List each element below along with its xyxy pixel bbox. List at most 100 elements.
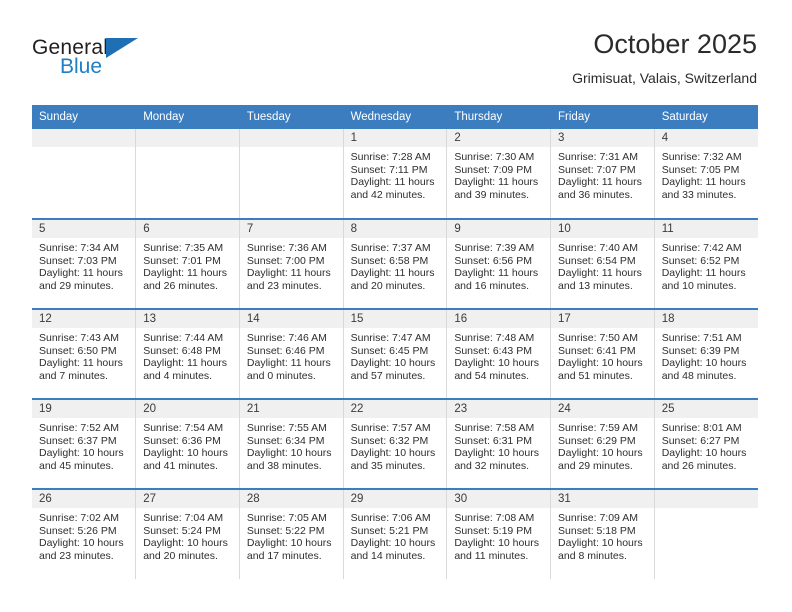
daylight-duration-line2: and 41 minutes. (143, 459, 218, 472)
calendar-day-cell[interactable]: 13 Sunrise: 7:44 AM Sunset: 6:48 PM Dayligh… (135, 308, 240, 399)
calendar-day-cell[interactable]: 10 Sunrise: 7:40 AM Sunset: 6:54 PM Dayligh… (550, 218, 655, 309)
day-number: 4 (654, 129, 758, 147)
daylight-duration-line2: and 13 minutes. (558, 279, 633, 292)
day-cell-details: Sunrise: 7:47 AM Sunset: 6:45 PM Daylight:… (344, 328, 447, 382)
calendar-day-cell[interactable]: 23 Sunrise: 7:58 AM Sunset: 6:31 PM Dayligh… (446, 398, 552, 489)
calendar-day-cell[interactable]: 3 Sunrise: 7:31 AM Sunset: 7:07 PM Daylight… (550, 129, 655, 219)
daylight-duration-line2: and 39 minutes. (454, 188, 530, 201)
day-cell-details: Sunrise: 7:59 AM Sunset: 6:29 PM Daylight:… (551, 418, 654, 472)
daylight-duration-line2: and 45 minutes. (39, 459, 114, 472)
calendar-day-cell[interactable]: 14 Sunrise: 7:46 AM Sunset: 6:46 PM Dayligh… (239, 308, 344, 399)
calendar-week-row: 26 Sunrise: 7:02 AM Sunset: 5:26 PM Dayligh… (32, 488, 758, 579)
sunset-time: Sunset: 6:50 PM (39, 344, 117, 357)
day-cell-details: Sunrise: 7:34 AM Sunset: 7:03 PM Daylight:… (32, 238, 135, 292)
general-blue-logo[interactable]: General Blue (32, 36, 172, 88)
calendar-week-row: 19 Sunrise: 7:52 AM Sunset: 6:37 PM Dayligh… (32, 398, 758, 489)
daylight-duration-line2: and 26 minutes. (661, 459, 737, 472)
calendar-day-cell[interactable]: 2 Sunrise: 7:30 AM Sunset: 7:09 PM Daylight… (446, 129, 552, 219)
daylight-duration-line1: Daylight: 10 hours (39, 537, 124, 550)
calendar-day-cell[interactable]: 28 Sunrise: 7:05 AM Sunset: 5:22 PM Dayligh… (239, 488, 344, 579)
sunrise-time: Sunrise: 7:31 AM (558, 151, 638, 163)
daylight-duration-line2: and 8 minutes. (558, 549, 627, 562)
day-cell-details: Sunrise: 7:51 AM Sunset: 6:39 PM Daylight:… (655, 328, 758, 382)
day-cell-inner: 28 Sunrise: 7:05 AM Sunset: 5:22 PM Dayligh… (239, 490, 343, 579)
daylight-duration-line1: Daylight: 10 hours (39, 447, 124, 460)
calendar-day-cell[interactable]: 5 Sunrise: 7:34 AM Sunset: 7:03 PM Daylight… (32, 218, 137, 309)
calendar-day-cell[interactable]: 26 Sunrise: 7:02 AM Sunset: 5:26 PM Dayligh… (32, 488, 137, 579)
calendar-day-cell[interactable]: 22 Sunrise: 7:57 AM Sunset: 6:32 PM Dayligh… (343, 398, 448, 489)
day-number: 2 (447, 129, 551, 147)
day-cell-inner (136, 129, 239, 218)
calendar-day-cell[interactable]: 18 Sunrise: 7:51 AM Sunset: 6:39 PM Dayligh… (654, 308, 758, 399)
day-number: 1 (343, 129, 447, 147)
daylight-duration-line1: Daylight: 10 hours (454, 447, 539, 460)
page-header: General Blue October 2025 Grimisuat, Val… (32, 28, 757, 100)
day-cell-inner: 20 Sunrise: 7:54 AM Sunset: 6:36 PM Dayligh… (136, 400, 239, 488)
day-cell-details: Sunrise: 7:39 AM Sunset: 6:56 PM Daylight:… (447, 238, 550, 292)
calendar-day-cell[interactable]: 11 Sunrise: 7:42 AM Sunset: 6:52 PM Dayligh… (654, 218, 758, 309)
calendar-day-cell[interactable]: 12 Sunrise: 7:43 AM Sunset: 6:50 PM Dayligh… (32, 308, 137, 399)
day-cell-inner: 17 Sunrise: 7:50 AM Sunset: 6:41 PM Dayligh… (551, 310, 654, 398)
day-cell-details: Sunrise: 7:54 AM Sunset: 6:36 PM Daylight:… (136, 418, 239, 472)
calendar-day-cell[interactable]: 31 Sunrise: 7:09 AM Sunset: 5:18 PM Dayligh… (550, 488, 655, 579)
day-number: 29 (343, 490, 447, 508)
sunset-time: Sunset: 6:46 PM (246, 344, 325, 357)
sunrise-time: Sunrise: 7:02 AM (39, 512, 119, 524)
day-cell-inner: 2 Sunrise: 7:30 AM Sunset: 7:09 PM Daylight… (447, 129, 551, 218)
day-number: 24 (551, 400, 654, 418)
sunrise-time: Sunrise: 7:46 AM (246, 332, 327, 344)
day-cell-details: Sunrise: 7:09 AM Sunset: 5:18 PM Daylight:… (551, 508, 654, 562)
day-number: 7 (239, 220, 343, 238)
calendar-day-cell[interactable]: 19 Sunrise: 7:52 AM Sunset: 6:37 PM Dayligh… (32, 398, 137, 489)
daylight-duration-line2: and 32 minutes. (454, 459, 530, 472)
daylight-duration-line1: Daylight: 11 hours (39, 267, 123, 280)
calendar-day-cell[interactable]: 20 Sunrise: 7:54 AM Sunset: 6:36 PM Dayligh… (135, 398, 240, 489)
daylight-duration-line1: Daylight: 10 hours (350, 357, 436, 370)
calendar-day-cell[interactable]: 6 Sunrise: 7:35 AM Sunset: 7:01 PM Daylight… (135, 218, 240, 309)
calendar-day-cell[interactable]: 25 Sunrise: 8:01 AM Sunset: 6:27 PM Dayligh… (654, 398, 758, 489)
day-cell-details: Sunrise: 7:30 AM Sunset: 7:09 PM Daylight:… (447, 147, 550, 201)
sunrise-time: Sunrise: 7:54 AM (143, 422, 224, 434)
weekday-header-row: Sunday Monday Tuesday Wednesday Thursday Frid… (32, 105, 758, 129)
calendar-day-cell[interactable]: 15 Sunrise: 7:47 AM Sunset: 6:45 PM Dayligh… (343, 308, 448, 399)
calendar-day-cell[interactable]: 30 Sunrise: 7:08 AM Sunset: 5:19 PM Dayligh… (446, 488, 552, 579)
calendar-day-cell[interactable]: 7 Sunrise: 7:36 AM Sunset: 7:00 PM Daylight… (239, 218, 344, 309)
calendar-day-cell[interactable]: 21 Sunrise: 7:55 AM Sunset: 6:34 PM Dayligh… (239, 398, 344, 489)
weekday-header-tuesday: Tuesday (239, 105, 344, 129)
sunset-time: Sunset: 6:29 PM (558, 434, 636, 447)
calendar-day-cell[interactable]: 29 Sunrise: 7:06 AM Sunset: 5:21 PM Dayligh… (343, 488, 448, 579)
sunset-time: Sunset: 6:32 PM (350, 434, 429, 447)
day-number: 16 (447, 310, 551, 328)
daylight-duration-line1: Daylight: 10 hours (143, 537, 228, 550)
day-cell-inner: 12 Sunrise: 7:43 AM Sunset: 6:50 PM Dayligh… (32, 310, 136, 398)
calendar-day-cell[interactable]: 1 Sunrise: 7:28 AM Sunset: 7:11 PM Daylight… (343, 129, 448, 219)
calendar-day-cell[interactable]: 24 Sunrise: 7:59 AM Sunset: 6:29 PM Dayligh… (550, 398, 655, 489)
day-cell-details: Sunrise: 7:46 AM Sunset: 6:46 PM Daylight:… (240, 328, 343, 382)
calendar-week-row: 12 Sunrise: 7:43 AM Sunset: 6:50 PM Dayligh… (32, 308, 758, 399)
sunrise-time: Sunrise: 7:57 AM (350, 422, 431, 434)
daylight-duration-line2: and 11 minutes. (454, 549, 529, 562)
calendar-cell-empty (32, 129, 137, 219)
sunrise-time: Sunrise: 7:42 AM (661, 242, 742, 254)
calendar-cell-empty (654, 488, 758, 579)
daylight-duration-line1: Daylight: 10 hours (143, 447, 228, 460)
calendar-week-row: 5 Sunrise: 7:34 AM Sunset: 7:03 PM Daylight… (32, 218, 758, 309)
daylight-duration-line1: Daylight: 11 hours (661, 176, 746, 189)
day-cell-inner: 29 Sunrise: 7:06 AM Sunset: 5:21 PM Dayligh… (343, 490, 447, 579)
daylight-duration-line2: and 14 minutes. (350, 549, 426, 562)
calendar-day-cell[interactable]: 9 Sunrise: 7:39 AM Sunset: 6:56 PM Daylight… (446, 218, 552, 309)
weekday-header-sunday: Sunday (32, 105, 137, 129)
calendar-day-cell[interactable]: 17 Sunrise: 7:50 AM Sunset: 6:41 PM Dayligh… (550, 308, 655, 399)
daylight-duration-line1: Daylight: 10 hours (454, 357, 539, 370)
day-cell-inner: 10 Sunrise: 7:40 AM Sunset: 6:54 PM Dayligh… (551, 220, 654, 308)
sunrise-time: Sunrise: 7:35 AM (143, 242, 224, 254)
sunset-time: Sunset: 5:26 PM (39, 524, 117, 537)
day-number: 17 (551, 310, 654, 328)
sunrise-time: Sunrise: 7:48 AM (454, 332, 535, 344)
calendar-day-cell[interactable]: 16 Sunrise: 7:48 AM Sunset: 6:43 PM Dayligh… (446, 308, 552, 399)
calendar-day-cell[interactable]: 4 Sunrise: 7:32 AM Sunset: 7:05 PM Daylight… (654, 129, 758, 219)
calendar-day-cell[interactable]: 27 Sunrise: 7:04 AM Sunset: 5:24 PM Dayligh… (135, 488, 240, 579)
weekday-header-saturday: Saturday (654, 105, 758, 129)
calendar-day-cell[interactable]: 8 Sunrise: 7:37 AM Sunset: 6:58 PM Daylight… (343, 218, 448, 309)
sunrise-time: Sunrise: 7:51 AM (661, 332, 742, 344)
